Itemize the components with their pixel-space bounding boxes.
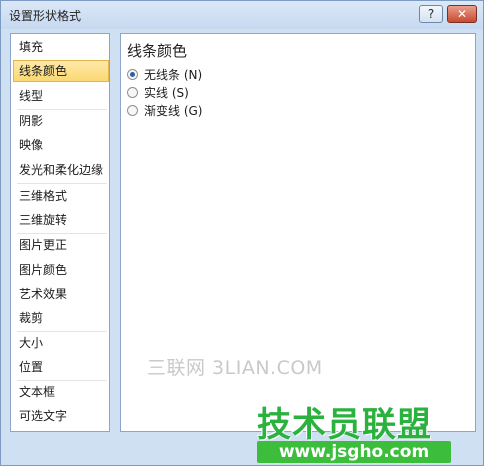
option-solid-line[interactable]: 实线 (S) [127,85,189,101]
sidebar-item-position[interactable]: 位置 [13,356,109,378]
radio-button[interactable] [127,105,138,116]
watermark-logo: 技术员联盟 www.jsgho.com [257,397,453,467]
sidebar-item-glow-soft-edges[interactable]: 发光和柔化边缘 [13,159,109,181]
sidebar-item-text-box[interactable]: 文本框 [13,381,109,403]
sidebar-item-reflection[interactable]: 映像 [13,134,109,156]
option-label: 实线 (S) [144,86,189,100]
watermark-text: 三联网 3LIAN.COM [147,357,323,379]
watermark-url: www.jsgho.com [257,441,451,463]
radio-button-checked[interactable] [127,69,138,80]
sidebar-item-picture-corrections[interactable]: 图片更正 [13,234,109,256]
format-shape-dialog: 设置形状格式 ? ✕ 填充 线条颜色 线型 阴影 映像 发光和柔化边缘 三维格式… [0,0,484,466]
radio-button[interactable] [127,87,138,98]
sidebar-item-artistic-effects[interactable]: 艺术效果 [13,283,109,305]
category-sidebar: 填充 线条颜色 线型 阴影 映像 发光和柔化边缘 三维格式 三维旋转 图片更正 … [10,33,110,432]
sidebar-item-size[interactable]: 大小 [13,332,109,354]
sidebar-item-crop[interactable]: 裁剪 [13,307,109,329]
title-bar[interactable]: 设置形状格式 ? ✕ [1,1,483,29]
sidebar-item-shadow[interactable]: 阴影 [13,110,109,132]
option-label: 渐变线 (G) [144,104,203,118]
dialog-title: 设置形状格式 [9,9,82,23]
option-label: 无线条 (N) [144,68,203,82]
option-gradient-line[interactable]: 渐变线 (G) [127,103,202,119]
sidebar-item-3d-rotation[interactable]: 三维旋转 [13,209,109,231]
sidebar-item-picture-color[interactable]: 图片颜色 [13,259,109,281]
sidebar-item-line-style[interactable]: 线型 [13,85,109,107]
sidebar-item-3d-format[interactable]: 三维格式 [13,185,109,207]
sidebar-item-fill[interactable]: 填充 [13,36,109,58]
sidebar-item-line-color[interactable]: 线条颜色 [13,60,109,82]
help-button[interactable]: ? [419,5,443,23]
option-no-line[interactable]: 无线条 (N) [127,67,202,83]
sidebar-item-alt-text[interactable]: 可选文字 [13,405,109,427]
sidebar-separator [17,183,107,184]
panel-heading: 线条颜色 [127,42,188,60]
watermark-logo-text: 技术员联盟 [257,405,432,445]
close-icon[interactable]: ✕ [447,5,477,23]
